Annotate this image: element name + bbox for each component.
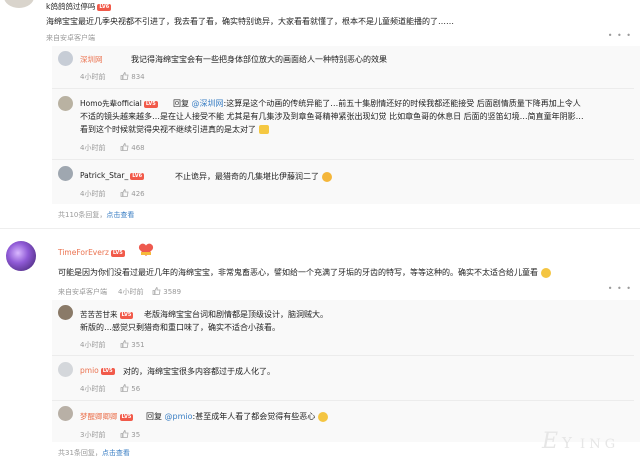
reply-text-line: 老版海绵宝宝台词和剧情都是顶级设计，脑洞贼大。 xyxy=(144,310,328,319)
reply-text-line: 新版的…感觉只剩猎奇和重口味了，确实不适合小孩看。 xyxy=(80,323,280,332)
divider xyxy=(52,400,634,401)
emoji-icon xyxy=(258,125,269,134)
thumbs-up-icon xyxy=(120,72,129,82)
divider xyxy=(52,159,634,160)
reply-text: 对的，海绵宝宝很多内容都过于成人化了。 xyxy=(123,367,275,376)
reply-time: 4小时前 xyxy=(80,190,106,198)
more-options-icon[interactable]: • • • xyxy=(608,31,632,40)
avatar[interactable] xyxy=(6,241,36,271)
reply-author[interactable]: pmio LV5 xyxy=(80,366,115,375)
reply-time: 4小时前 xyxy=(80,341,106,349)
level-badge: LV5 xyxy=(143,100,158,108)
reply-author[interactable]: Homo先辈official LV5 xyxy=(80,98,158,109)
reply-text-line: 不适的镜头越来越多…是在让人接受不能 尤其是有几集涉及到章鱼哥精神紧张出现幻觉 … xyxy=(80,112,584,121)
more-options-icon[interactable]: • • • xyxy=(608,284,632,293)
comment-text: 可能是因为你们没看过最近几年的海绵宝宝，非常鬼畜恶心，譬如给一个充满了牙垢的牙齿… xyxy=(58,267,551,278)
comment-time: 4小时前 xyxy=(118,288,144,296)
reply-time: 4小时前 xyxy=(80,385,106,393)
thumbs-up-icon xyxy=(120,430,129,440)
svg-text:E: E xyxy=(541,429,558,454)
reply-count-footer: 共31条回复，点击查看 xyxy=(58,449,130,457)
avatar[interactable] xyxy=(58,406,73,421)
avatar[interactable] xyxy=(58,96,73,111)
reply-content: 回复 @深圳网:这算是这个动画的传统异能了…前五十集剧情还好的时候我都还能接受 … xyxy=(173,99,581,108)
thumbs-up-icon xyxy=(120,143,129,153)
view-more-link[interactable]: 点击查看 xyxy=(102,449,130,457)
reply-content: 回复 @pmio:甚至成年人看了都会觉得有些恶心 xyxy=(146,411,328,422)
like-button[interactable]: 56 xyxy=(120,384,140,394)
avatar[interactable] xyxy=(58,51,73,66)
level-badge: LV5 xyxy=(119,311,134,319)
mention-link[interactable]: @pmio xyxy=(165,412,193,421)
divider xyxy=(52,88,634,89)
heart-badge-icon xyxy=(138,243,154,257)
like-button[interactable]: 426 xyxy=(120,189,145,199)
emoji-icon xyxy=(321,171,332,182)
reply-text: 我记得海绵宝宝会有一些把身体部位放大的画面给人一种特别恶心的效果 xyxy=(131,55,387,64)
level-badge: LV5 xyxy=(119,413,134,421)
reply-author[interactable]: 梦醒卿卿卿 LV5 xyxy=(80,411,134,422)
view-more-link[interactable]: 点击查看 xyxy=(106,211,134,219)
mention-link[interactable]: @深圳网 xyxy=(192,99,224,108)
avatar[interactable] xyxy=(58,166,73,181)
like-button[interactable]: 3589 xyxy=(152,287,181,297)
comment-source: 来自安卓客户端 xyxy=(58,288,107,296)
thumbs-up-icon xyxy=(120,340,129,350)
comment-divider xyxy=(0,228,640,229)
reply-text-line: 看到这个时候就觉得央视不继续引进真的是太对了 xyxy=(80,124,269,135)
emoji-icon xyxy=(317,411,328,422)
reply-count-footer: 共110条回复，点击查看 xyxy=(58,211,135,219)
emoji-icon xyxy=(540,267,551,278)
avatar[interactable] xyxy=(4,0,34,8)
svg-text:Y: Y xyxy=(561,434,573,452)
comment-source: 来自安卓客户端 xyxy=(46,34,95,42)
reply-text: 不止诡异，最猎奇的几集堪比伊藤润二了 xyxy=(175,171,332,182)
level-badge: LV6 xyxy=(130,172,145,180)
svg-text:I N G: I N G xyxy=(580,437,615,452)
avatar[interactable] xyxy=(58,362,73,377)
reply-author[interactable]: Patrick_Star_ LV6 xyxy=(80,171,145,180)
like-button[interactable]: 35 xyxy=(120,430,140,440)
thumbs-up-icon xyxy=(152,287,161,297)
comment-author[interactable]: TimeForEverz LV5 xyxy=(58,248,125,257)
like-button[interactable]: 834 xyxy=(120,72,145,82)
reply-author[interactable]: 深圳网 xyxy=(80,54,103,65)
like-button[interactable]: 351 xyxy=(120,340,145,350)
avatar[interactable] xyxy=(58,305,73,320)
like-button[interactable]: 468 xyxy=(120,143,145,153)
thumbs-up-icon xyxy=(120,384,129,394)
comment-text: 海绵宝宝最近几季央视都不引进了，我去看了看，确实特别诡异，大家看看就懂了，根本不… xyxy=(46,17,454,26)
divider xyxy=(52,355,634,356)
watermark: E Y I N G xyxy=(540,424,636,454)
comment-author[interactable]: k鸽鸽鸽过停吗 LV6 xyxy=(46,1,112,12)
level-badge: LV6 xyxy=(97,3,112,11)
level-badge: LV5 xyxy=(100,367,115,375)
level-badge: LV5 xyxy=(110,249,125,257)
reply-time: 3小时前 xyxy=(80,431,106,439)
reply-time: 4小时前 xyxy=(80,144,106,152)
thumbs-up-icon xyxy=(120,189,129,199)
reply-time: 4小时前 xyxy=(80,73,106,81)
reply-author[interactable]: 苦苦苦甘来 LV5 xyxy=(80,309,134,320)
